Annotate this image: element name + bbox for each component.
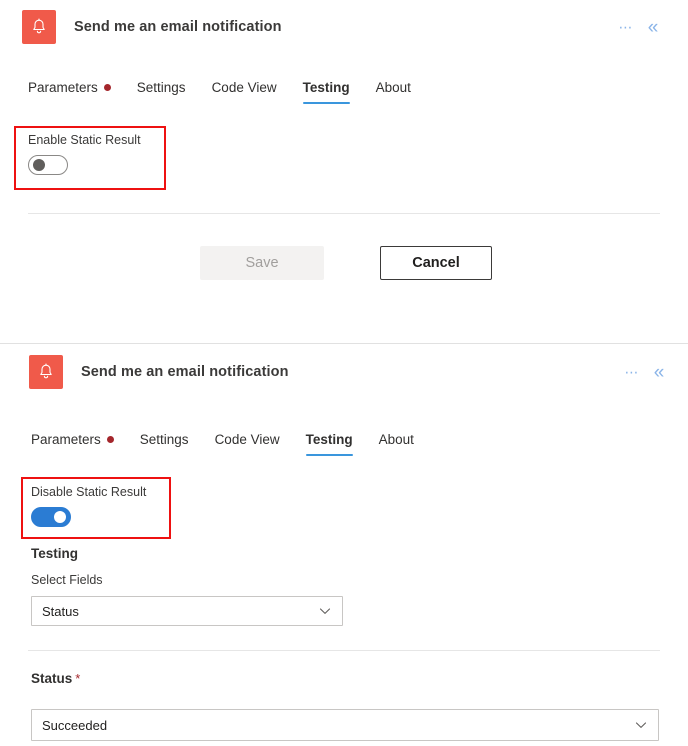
tab-settings[interactable]: Settings	[137, 80, 186, 104]
status-label: Status	[31, 671, 73, 686]
tab-parameters[interactable]: Parameters	[31, 432, 114, 456]
static-result-toggle[interactable]	[31, 507, 71, 527]
select-fields-label: Select Fields	[31, 573, 103, 587]
tab-settings-label: Settings	[139, 432, 189, 447]
tab-parameters-label: Parameters	[28, 80, 98, 95]
double-chevron-left-icon[interactable]: «	[640, 18, 666, 37]
toggle-knob	[54, 511, 66, 523]
tab-testing[interactable]: Testing	[302, 80, 350, 104]
tab-code-view-label: Code View	[211, 80, 277, 95]
static-result-toggle[interactable]	[28, 155, 68, 175]
static-result-toggle-label: Disable Static Result	[31, 485, 147, 499]
ellipsis-icon[interactable]: ⋯	[612, 20, 640, 34]
toggle-knob	[33, 159, 45, 171]
tab-testing-label: Testing	[302, 80, 350, 95]
action-panel-static-result-enabled: Send me an email notification ⋯ « Parame…	[0, 344, 688, 746]
section-divider	[28, 650, 660, 651]
tab-about-label: About	[375, 80, 411, 95]
tab-code-view[interactable]: Code View	[215, 432, 280, 456]
static-result-toggle-block: Disable Static Result	[31, 485, 146, 527]
tab-bar: Parameters Settings Code View Testing Ab…	[28, 80, 411, 104]
status-dropdown[interactable]: Succeeded	[31, 709, 659, 741]
save-button[interactable]: Save	[200, 246, 324, 280]
tab-parameters-label: Parameters	[31, 432, 101, 447]
required-asterisk: *	[75, 671, 81, 686]
double-chevron-left-icon[interactable]: «	[646, 363, 672, 382]
tab-parameters-dot-icon	[106, 436, 114, 443]
tab-code-view-label: Code View	[214, 432, 280, 447]
tab-testing[interactable]: Testing	[305, 432, 353, 456]
panel-header: Send me an email notification ⋯ «	[22, 4, 666, 50]
tab-about[interactable]: About	[376, 80, 411, 104]
ellipsis-icon[interactable]: ⋯	[618, 365, 646, 379]
bell-icon	[22, 10, 56, 44]
panel-header: Send me an email notification ⋯ «	[29, 349, 672, 395]
tab-about[interactable]: About	[379, 432, 414, 456]
form-actions: Save Cancel	[200, 246, 492, 280]
panel-title: Send me an email notification	[74, 19, 282, 35]
select-fields-dropdown[interactable]: Status	[31, 596, 343, 626]
tab-parameters[interactable]: Parameters	[28, 80, 111, 104]
tab-testing-label: Testing	[305, 432, 353, 447]
static-result-toggle-block: Enable Static Result	[28, 133, 141, 175]
tab-about-label: About	[378, 432, 414, 447]
status-value: Succeeded	[42, 717, 108, 733]
tab-settings[interactable]: Settings	[140, 432, 189, 456]
tab-parameters-dot-icon	[103, 84, 111, 91]
form-divider	[28, 213, 660, 214]
bell-icon	[29, 355, 63, 389]
chevron-down-icon	[634, 718, 648, 732]
tab-settings-label: Settings	[136, 80, 186, 95]
chevron-down-icon	[318, 604, 332, 618]
panel-title: Send me an email notification	[81, 364, 289, 380]
static-result-toggle-label: Enable Static Result	[28, 133, 141, 147]
tab-code-view[interactable]: Code View	[212, 80, 277, 104]
status-field-heading: Status *	[31, 671, 80, 686]
select-fields-value: Status	[42, 603, 79, 619]
tab-bar: Parameters Settings Code View Testing Ab…	[31, 432, 414, 456]
action-panel-static-result-disabled: Send me an email notification ⋯ « Parame…	[0, 0, 688, 343]
testing-section-heading: Testing	[31, 546, 78, 561]
cancel-button[interactable]: Cancel	[380, 246, 492, 280]
